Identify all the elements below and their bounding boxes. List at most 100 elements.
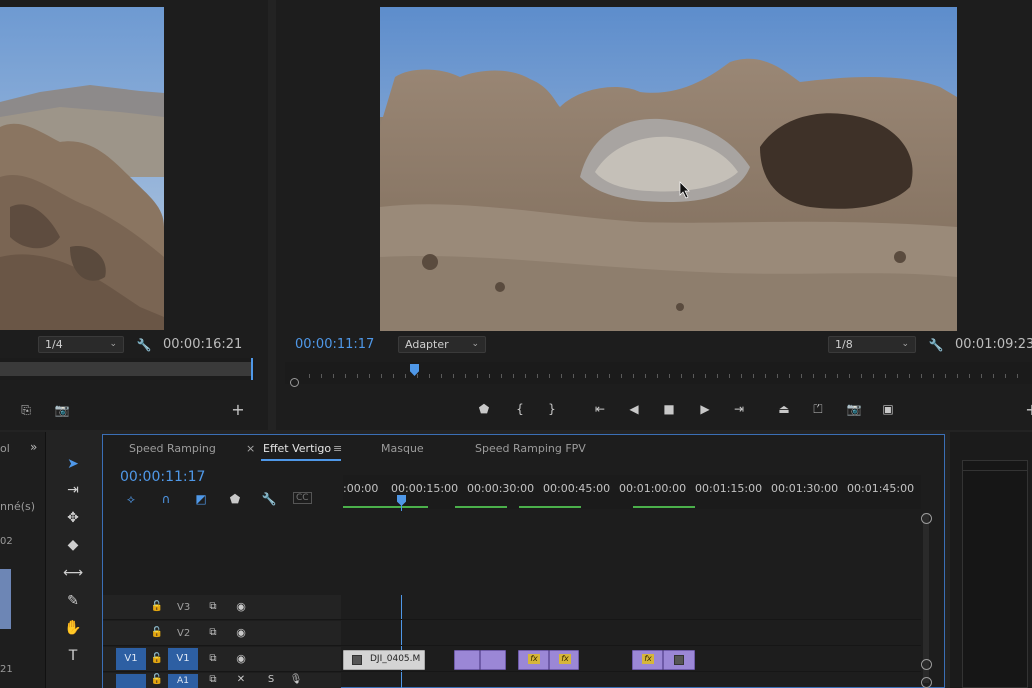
add-marker-icon[interactable]: ⬟: [474, 400, 494, 418]
add-button-icon[interactable]: +: [1022, 401, 1032, 419]
hand-tool-icon[interactable]: ✋: [62, 618, 84, 638]
selection-tool-icon[interactable]: ➤: [62, 454, 84, 474]
lift-icon[interactable]: ⏏: [774, 400, 794, 418]
eye-icon[interactable]: ◉: [231, 624, 251, 642]
insert-icon[interactable]: ⎘: [16, 401, 36, 419]
track-v1: V1 🔓 V1 ⧉ ◉ DJI_0405.M fx fx fx: [103, 647, 921, 672]
program-current-timecode[interactable]: 00:00:11:17: [295, 337, 374, 352]
empty-track-area[interactable]: [343, 511, 921, 595]
linked-selection-icon[interactable]: ◩: [191, 490, 211, 508]
ruler-tick: [729, 374, 730, 378]
scroll-handle-top[interactable]: [921, 513, 932, 524]
eye-icon[interactable]: ◉: [231, 598, 251, 616]
captions-icon[interactable]: CC: [293, 492, 312, 504]
count-fragment-2: 21: [0, 664, 13, 675]
source-monitor: 1/4 ⌄ 🔧 00:00:16:21 ⎘ 📷 +: [0, 0, 268, 430]
wrench-icon[interactable]: 🔧: [134, 336, 154, 354]
track-select-tool-icon[interactable]: ⇥: [62, 480, 84, 500]
scroll-handle-audio[interactable]: [921, 677, 932, 688]
timeline-settings-icon[interactable]: 🔧: [259, 490, 279, 508]
clip-icon: [674, 655, 684, 665]
fit-dropdown[interactable]: Adapter ⌄: [398, 336, 486, 353]
ruler-tick: [561, 374, 562, 378]
track-target-v1[interactable]: V1: [168, 648, 198, 670]
step-forward-icon[interactable]: ▶: [695, 400, 715, 418]
project-thumbnail[interactable]: [0, 569, 11, 629]
sync-lock-icon[interactable]: ⧉: [203, 624, 223, 642]
tab-effet-vertigo[interactable]: Effet Vertigo: [263, 442, 331, 455]
eye-icon[interactable]: ◉: [231, 650, 251, 668]
clip-selected[interactable]: DJI_0405.M: [343, 650, 425, 670]
mute-icon[interactable]: ✕: [231, 671, 251, 688]
comparison-view-icon[interactable]: ▣: [878, 400, 898, 418]
mark-in-icon[interactable]: {: [510, 400, 530, 418]
extract-icon[interactable]: ⏍: [808, 400, 828, 418]
pen-tool-icon[interactable]: ✎: [62, 591, 84, 611]
source-zoom-value: 1/4: [45, 338, 63, 351]
ruler-tick: [909, 374, 910, 378]
ruler-tick: [573, 374, 574, 378]
selected-label-fragment: nné(s): [0, 500, 36, 513]
slip-tool-icon[interactable]: ⟷: [62, 563, 84, 583]
ruler-tick: [633, 374, 634, 378]
stop-icon[interactable]: ■: [659, 400, 679, 418]
snap-magnet-icon[interactable]: ∩: [156, 490, 176, 508]
lock-icon[interactable]: 🔓: [147, 624, 167, 642]
tab-speed-ramping-fpv[interactable]: Speed Ramping FPV: [475, 442, 586, 455]
source-scrub-ruler[interactable]: [0, 358, 255, 380]
track-v2: 🔓 V2 ⧉ ◉: [103, 621, 921, 646]
track-header-v1: V1 🔓 V1 ⧉ ◉: [103, 647, 341, 671]
resolution-dropdown[interactable]: 1/8 ⌄: [828, 336, 916, 353]
ruler-tick: [609, 374, 610, 378]
camera-icon[interactable]: 📷: [52, 401, 72, 419]
track-label-v2: V2: [177, 628, 191, 639]
ruler-tick: [381, 374, 382, 378]
mic-icon[interactable]: 🎙: [286, 671, 306, 688]
nest-icon[interactable]: ⟡: [121, 490, 141, 508]
lock-icon[interactable]: 🔓: [147, 671, 167, 688]
track-target-a1[interactable]: A1: [168, 674, 198, 688]
clip[interactable]: fx: [549, 650, 579, 670]
source-zoom-dropdown[interactable]: 1/4 ⌄: [38, 336, 124, 353]
ruler-tick: [777, 374, 778, 378]
step-back-icon[interactable]: ◀: [624, 400, 644, 418]
solo-icon[interactable]: S: [261, 671, 281, 688]
sync-lock-icon[interactable]: ⧉: [203, 598, 223, 616]
go-to-out-icon[interactable]: ⇥: [729, 400, 749, 418]
clip[interactable]: fx: [632, 650, 663, 670]
close-tab-icon[interactable]: ×: [246, 442, 255, 455]
type-tool-icon[interactable]: T: [62, 646, 84, 666]
timeline-timecode[interactable]: 00:00:11:17: [120, 469, 205, 485]
razor-tool-icon[interactable]: ◆: [62, 535, 84, 555]
zoom-handle[interactable]: [290, 378, 299, 387]
ripple-edit-tool-icon[interactable]: ✥: [62, 508, 84, 528]
mark-out-icon[interactable]: }: [542, 400, 562, 418]
scroll-handle-bottom[interactable]: [921, 659, 932, 670]
source-patch-v1[interactable]: V1: [116, 648, 146, 670]
clip[interactable]: [663, 650, 695, 670]
ruler-tick: [537, 374, 538, 378]
wrench-icon[interactable]: 🔧: [926, 336, 946, 354]
go-to-in-icon[interactable]: ⇤: [590, 400, 610, 418]
clip[interactable]: fx: [518, 650, 549, 670]
source-patch-a1[interactable]: [116, 674, 146, 688]
add-button-icon[interactable]: +: [228, 401, 248, 419]
ruler-tick: [477, 374, 478, 378]
clip[interactable]: [454, 650, 480, 670]
track-header-v3: 🔓 V3 ⧉ ◉: [103, 595, 341, 619]
timeline-vertical-scrollbar[interactable]: [923, 513, 929, 683]
tab-masque[interactable]: Masque: [381, 442, 424, 455]
export-frame-icon[interactable]: 📷: [844, 400, 864, 418]
panel-expand-icon[interactable]: »: [30, 440, 37, 454]
sync-lock-icon[interactable]: ⧉: [203, 650, 223, 668]
ruler-tick: [405, 374, 406, 378]
track-header-a1: 🔓 A1 ⧉ ✕ S 🎙: [103, 673, 341, 688]
sync-lock-icon[interactable]: ⧉: [203, 671, 223, 688]
program-scrub-ruler[interactable]: [285, 362, 1032, 387]
clip[interactable]: [480, 650, 506, 670]
lock-icon[interactable]: 🔓: [147, 598, 167, 616]
lock-icon[interactable]: 🔓: [147, 650, 167, 668]
add-marker-icon[interactable]: ⬟: [225, 490, 245, 508]
tab-menu-icon[interactable]: ≡: [333, 442, 342, 455]
tab-speed-ramping[interactable]: Speed Ramping: [129, 442, 216, 455]
